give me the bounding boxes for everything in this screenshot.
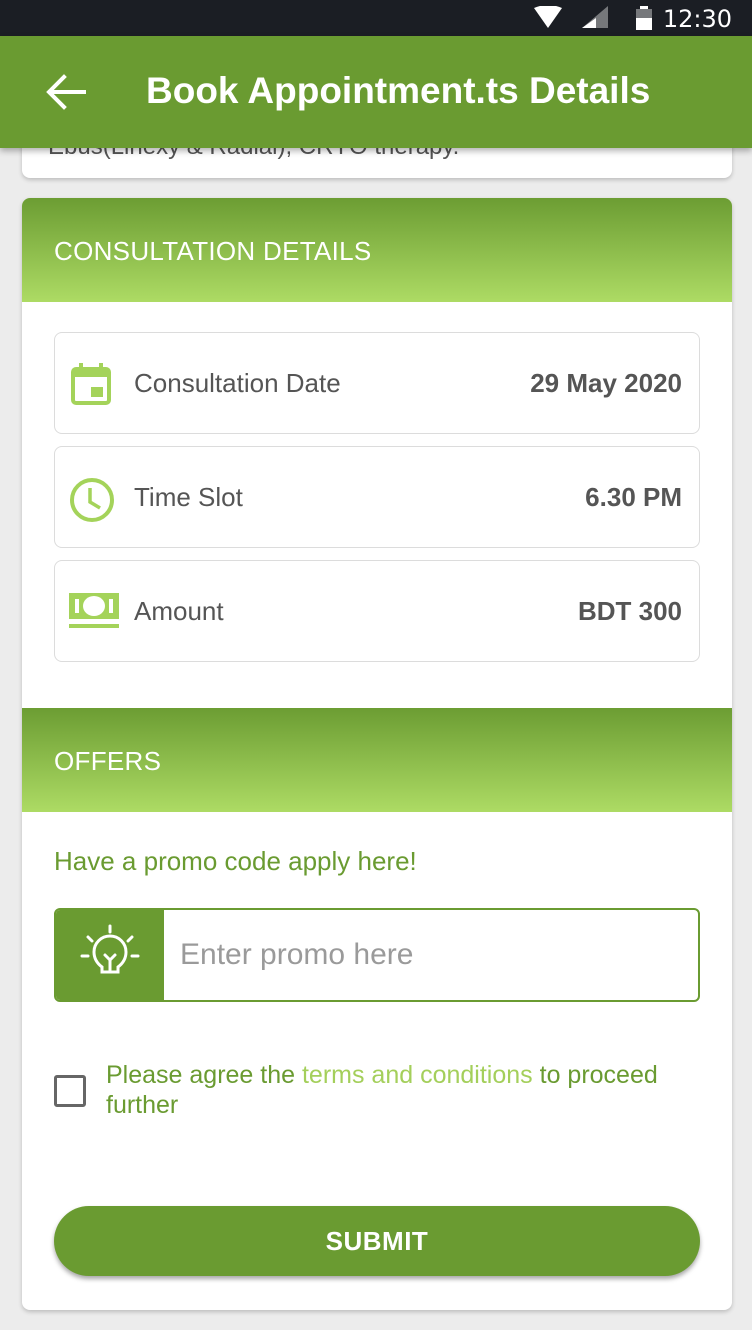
- lightbulb-icon: [56, 910, 164, 1000]
- promo-hint: Have a promo code apply here!: [54, 846, 417, 876]
- amount-row: Amount BDT 300: [54, 560, 700, 662]
- amount-label: Amount: [134, 596, 224, 626]
- offers-header: OFFERS: [22, 708, 732, 812]
- app-bar: Book Appointment.ts Details: [0, 36, 752, 148]
- terms-text-before: Please agree the: [106, 1061, 302, 1089]
- time-slot-label: Time Slot: [134, 482, 243, 512]
- time-slot-value: 6.30 PM: [585, 482, 682, 512]
- promo-input[interactable]: [164, 910, 698, 1000]
- consultation-date-label: Consultation Date: [134, 368, 341, 398]
- consultation-details-header: CONSULTATION DETAILS: [22, 198, 732, 302]
- time-slot-row: Time Slot 6.30 PM: [54, 446, 700, 548]
- submit-button[interactable]: SUBMIT: [54, 1206, 700, 1276]
- consultation-date-value: 29 May 2020: [530, 368, 682, 398]
- promo-field: [54, 908, 700, 1002]
- battery-icon: [636, 6, 652, 30]
- calendar-icon: [71, 363, 111, 405]
- consultation-card: CONSULTATION DETAILS Consultation Date 2…: [22, 198, 732, 1310]
- amount-value: BDT 300: [577, 596, 682, 626]
- clock-icon: [70, 478, 114, 522]
- signal-icon: [582, 6, 608, 28]
- terms-checkbox[interactable]: [54, 1075, 86, 1107]
- terms-link[interactable]: terms and conditions: [302, 1061, 533, 1089]
- status-time: 12:30: [662, 5, 732, 33]
- wifi-icon: [534, 6, 562, 28]
- cash-icon: [69, 593, 119, 628]
- back-arrow-icon[interactable]: [44, 72, 88, 112]
- status-bar: 12:30: [0, 0, 752, 36]
- consultation-date-row: Consultation Date 29 May 2020: [54, 332, 700, 434]
- terms-text: Please agree the terms and conditions to…: [106, 1060, 666, 1120]
- page-title: Book Appointment.ts Details: [146, 70, 651, 111]
